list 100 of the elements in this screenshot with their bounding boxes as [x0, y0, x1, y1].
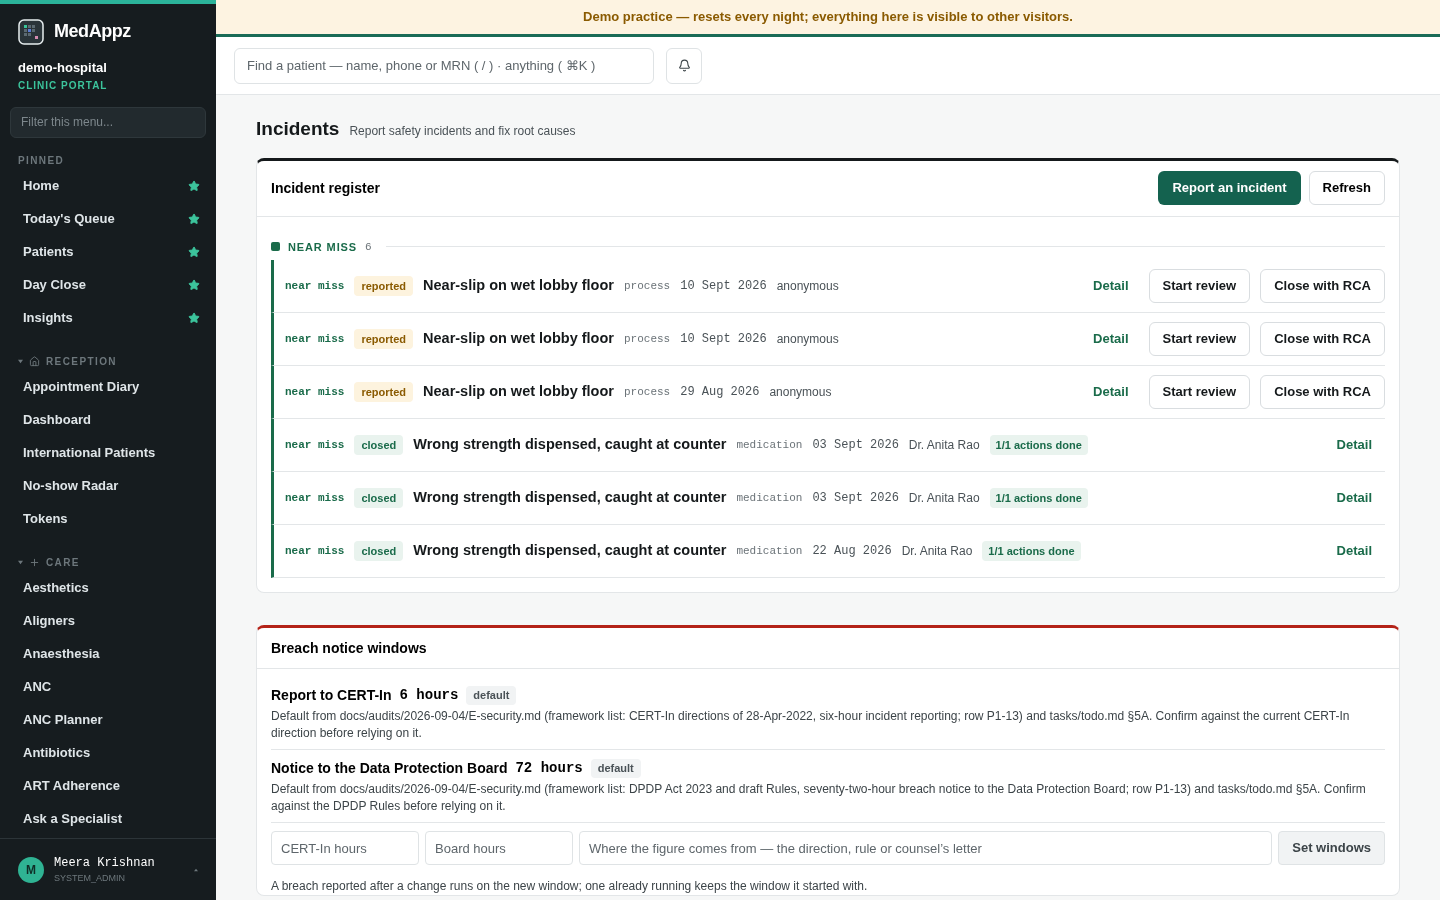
section-heading: RECEPTION: [46, 355, 117, 369]
star-icon[interactable]: [188, 312, 200, 324]
sidebar-item[interactable]: Ask a Specialist: [0, 802, 216, 836]
sidebar-item[interactable]: Anaesthesia: [0, 637, 216, 671]
default-tag: default: [466, 686, 517, 705]
row-action-button[interactable]: Start review: [1148, 375, 1251, 409]
incident-reporter: anonymous: [769, 384, 832, 401]
avatar: M: [18, 856, 44, 883]
detail-link[interactable]: Detail: [1336, 435, 1372, 455]
group-count: 6: [365, 239, 372, 255]
window-hours: 6 hours: [399, 686, 459, 705]
incident-title: Wrong strength dispensed, caught at counter: [413, 541, 727, 561]
user-name: Meera Krishnan: [54, 854, 156, 872]
sidebar-item[interactable]: Insights: [0, 301, 216, 335]
sidebar-item[interactable]: Dashboard: [0, 403, 216, 437]
portal-label: CLINIC PORTAL: [18, 78, 109, 93]
sidebar-item[interactable]: ANC Planner: [0, 703, 216, 737]
status-badge: reported: [354, 275, 414, 297]
sidebar-item[interactable]: Appointment Diary: [0, 370, 216, 404]
status-badge: reported: [354, 381, 414, 403]
status-badge: reported: [354, 328, 414, 350]
incident-date: 22 Aug 2026: [812, 543, 892, 560]
search-field[interactable]: Find a patient — name, phone or MRN ( / ) · anything ( ⌘K ): [234, 47, 654, 84]
notification-button[interactable]: [666, 47, 702, 84]
detail-link[interactable]: Detail: [1093, 329, 1129, 349]
sidebar-item[interactable]: Day Close: [0, 268, 216, 302]
incident-reporter: anonymous: [776, 278, 839, 295]
status-badge: closed: [354, 540, 404, 562]
logo-icon: [18, 18, 44, 45]
row-action-button[interactable]: Start review: [1148, 269, 1251, 303]
row-action-button[interactable]: Close with RCA: [1260, 322, 1385, 356]
sidebar-item[interactable]: Today's Queue: [0, 202, 216, 236]
incident-title: Wrong strength dispensed, caught at counter: [413, 488, 727, 508]
bell-icon: [677, 59, 691, 72]
caret-icon[interactable]: [18, 359, 23, 364]
hours-field[interactable]: CERT-In hours: [271, 831, 419, 865]
star-icon[interactable]: [188, 279, 200, 291]
incident-type: near miss: [285, 384, 345, 400]
incident-type: near miss: [285, 437, 345, 453]
demo-banner: Demo practice — resets every night; everything here is visible to other visitors.: [216, 0, 1440, 37]
house-icon: [29, 356, 40, 367]
row-action-button[interactable]: Start review: [1148, 322, 1251, 356]
sidebar-item[interactable]: Tokens: [0, 502, 216, 536]
card-title: Incident register: [271, 178, 381, 198]
incident-reporter: Dr. Anita Rao: [901, 543, 973, 560]
row-action-button[interactable]: Close with RCA: [1260, 269, 1385, 303]
window-note: Default from docs/audits/2026-09-04/E-security.md (framework list: CERT-In directions of 28-Apr-2022, six-hour incident reporting; row P1-13) and tasks/todo.md §5A. Confirm against the current CERT-In direction before relying on it.: [271, 708, 1351, 742]
sidebar-item[interactable]: Aligners: [0, 604, 216, 638]
star-icon[interactable]: [188, 213, 200, 225]
detail-link[interactable]: Detail: [1093, 382, 1129, 402]
incident-reporter: anonymous: [776, 331, 839, 348]
sidebar-item[interactable]: International Patients: [0, 436, 216, 470]
incident-reporter: Dr. Anita Rao: [908, 490, 980, 507]
plus-icon: [29, 557, 40, 568]
progress-badge: 1/1 actions done: [989, 487, 1088, 509]
star-icon[interactable]: [188, 180, 200, 192]
detail-link[interactable]: Detail: [1336, 541, 1372, 561]
refresh-button[interactable]: Refresh: [1308, 171, 1385, 205]
sidebar-item[interactable]: Patients: [0, 235, 216, 269]
hours-field[interactable]: Board hours: [425, 831, 573, 865]
incident-type: near miss: [285, 278, 345, 294]
sidebar-item[interactable]: ART Adherence: [0, 769, 216, 803]
detail-link[interactable]: Detail: [1336, 488, 1372, 508]
status-badge: closed: [354, 487, 404, 509]
progress-badge: 1/1 actions done: [989, 434, 1088, 456]
incident-date: 03 Sept 2026: [812, 490, 899, 507]
caret-icon[interactable]: [18, 560, 23, 565]
star-icon[interactable]: [188, 246, 200, 258]
page-subtitle: Report safety incidents and fix root causes: [349, 123, 576, 140]
filter-field[interactable]: Filter this menu...: [10, 106, 206, 138]
sidebar-item[interactable]: ANC: [0, 670, 216, 704]
report-button[interactable]: Report an incident: [1158, 171, 1301, 205]
sidebar-item[interactable]: Aesthetics: [0, 571, 216, 605]
card-title: Breach notice windows: [271, 638, 427, 658]
sidebar-item[interactable]: Home: [0, 169, 216, 203]
incident-date: 03 Sept 2026: [812, 437, 899, 454]
window-name: Notice to the Data Protection Board: [271, 759, 508, 778]
incident-category: medication: [736, 437, 803, 453]
user-role: SYSTEM_ADMIN: [54, 871, 126, 885]
group-label: NEAR MISS: [288, 239, 358, 255]
incident-reporter: Dr. Anita Rao: [908, 437, 980, 454]
incident-type: near miss: [285, 331, 345, 347]
incident-date: 29 Aug 2026: [680, 384, 760, 401]
incident-type: near miss: [285, 490, 345, 506]
detail-link[interactable]: Detail: [1093, 276, 1129, 296]
row-action-button[interactable]: Close with RCA: [1260, 375, 1385, 409]
hours-field[interactable]: Where the figure comes from — the direction, rule or counsel’s letter: [579, 831, 1273, 865]
tenant-name: demo-hospital: [18, 59, 108, 77]
sidebar-item[interactable]: Antibiotics: [0, 736, 216, 770]
window-name: Report to CERT-In: [271, 686, 392, 705]
progress-badge: 1/1 actions done: [982, 540, 1081, 562]
incident-category: medication: [736, 543, 803, 559]
set-windows-button[interactable]: Set windows: [1278, 831, 1385, 865]
sidebar-item[interactable]: No-show Radar: [0, 469, 216, 503]
incident-type: near miss: [285, 543, 345, 559]
incident-date: 10 Sept 2026: [680, 278, 767, 295]
incident-category: medication: [736, 490, 803, 506]
incident-title: Near-slip on wet lobby floor: [423, 329, 614, 349]
incident-title: Wrong strength dispensed, caught at counter: [413, 435, 727, 455]
status-badge: closed: [354, 434, 404, 456]
